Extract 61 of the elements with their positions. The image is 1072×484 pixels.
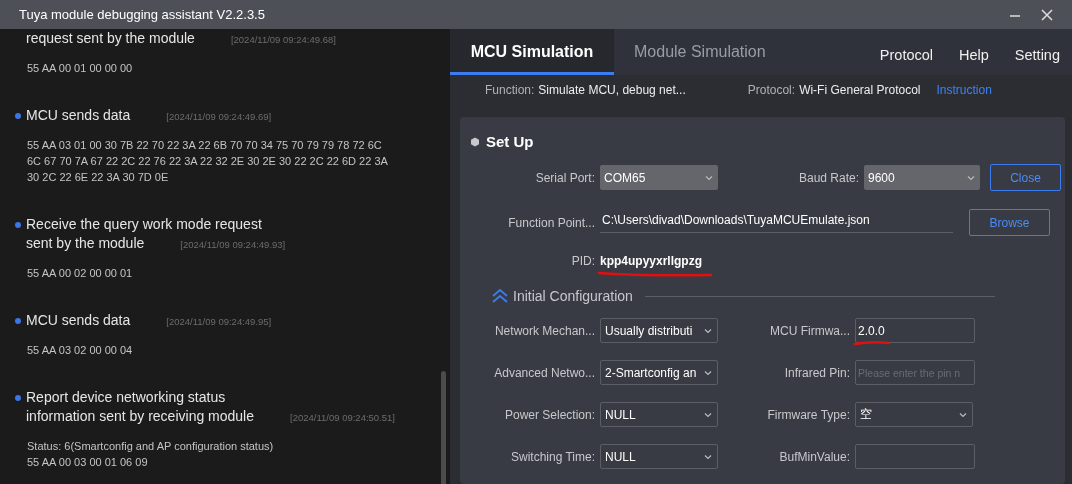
serial-port-select[interactable]: COM65 [600,165,718,190]
window-title: Tuya module debugging assistant V2.2.3.5 [19,7,266,22]
input-field[interactable] [855,444,975,469]
dropdown[interactable]: 2-Smartconfig an [600,360,718,385]
hexagon-icon [470,136,480,147]
log-data-line: 55 AA 00 03 00 01 06 09 [27,455,149,470]
log-data-line: Status: 6(Smartconfig and AP configuration status) [27,439,275,454]
menu-item[interactable]: Setting [1000,29,1070,75]
log-entry-title: information sent by receiving module [26,407,254,426]
dropdown[interactable]: Usually distributi [600,318,718,343]
chevron-up-icon[interactable] [490,288,510,304]
timestamp: [2024/11/09 09:24:49.68] [230,34,336,45]
protocol-value: Wi-Fi General Protocol [799,83,921,97]
log-entry-title: Report device networking status [26,388,227,407]
log-data-line: 55 AA 03 02 00 00 04 [27,343,134,358]
timestamp: [2024/11/09 09:24:49.93] [180,239,286,250]
section-title: Initial Configuration [513,288,633,304]
tab[interactable]: Module Simulation [614,29,786,75]
field-label: PID: [570,254,595,268]
log-data-line: 30 2C 22 6E 22 3A 30 7D 0E [27,170,170,185]
log-data-line: 55 AA 03 01 00 30 7B 22 70 22 3A 22 6B 70 70 34 75 70 79 79 78 72 6C [27,138,383,153]
protocol-label: Protocol: [747,83,796,97]
instruction-link[interactable]: Instruction [936,83,992,97]
menu-item[interactable]: Protocol [865,29,943,75]
scrollbar-thumb[interactable] [441,371,446,484]
field-label: Switching Time: [509,449,595,464]
function-label: Function: [485,83,535,97]
close-icon[interactable] [1040,7,1054,22]
dropdown[interactable]: 空 [855,402,973,427]
input-field[interactable]: 2.0.0 [855,318,975,343]
log-entry-title: request sent by the module [26,29,195,48]
log-entry-title: MCU sends data [26,311,131,330]
log-entry-title: MCU sends data [26,106,131,125]
log-entry-title: Receive the query work mode request [26,215,263,234]
field-label: Function Point... [507,215,595,230]
timestamp: [2024/11/09 09:24:50.51] [290,412,395,423]
field-label: Advanced Netwo... [493,365,595,380]
field-label: Network Mechan... [493,323,595,338]
field-label: Power Selection: [503,407,595,422]
field-label: Firmware Type: [766,407,850,422]
field-label: Serial Port: [534,170,595,185]
log-data-line: 6C 67 70 7A 67 22 2C 22 76 22 3A 22 32 2E 30 2E 30 22 2C 22 6D 22 3A [27,154,389,169]
pid-value: kpp4upyyxrllgpzg [600,254,703,268]
tab[interactable]: MCU Simulation [450,29,614,75]
field-label: MCU Firmwa... [769,323,850,338]
dropdown[interactable]: NULL [600,402,718,427]
log-data-line: 55 AA 00 01 00 00 00 [27,61,134,76]
baud-rate-select[interactable]: 9600 [864,165,980,190]
function-value: Simulate MCU, debug net... [538,83,686,97]
timestamp: [2024/11/09 09:24:49.69] [166,111,272,122]
dropdown[interactable]: NULL [600,444,718,469]
log-data-line: 55 AA 00 02 00 00 01 [27,266,134,281]
field-label: Infrared Pin: [783,365,850,380]
menu-item[interactable]: Help [945,29,999,75]
field-label: BufMinValue: [778,449,850,464]
file-path-field[interactable]: C:\Users\divad\Downloads\TuyaMCUEmulate.json [600,212,953,233]
log-entry-title: sent by the module [26,234,145,253]
timestamp: [2024/11/09 09:24:49.95] [166,316,272,327]
field-label: Baud Rate: [797,170,859,185]
annotation-underline [853,340,891,346]
section-title: Set Up [486,133,534,150]
